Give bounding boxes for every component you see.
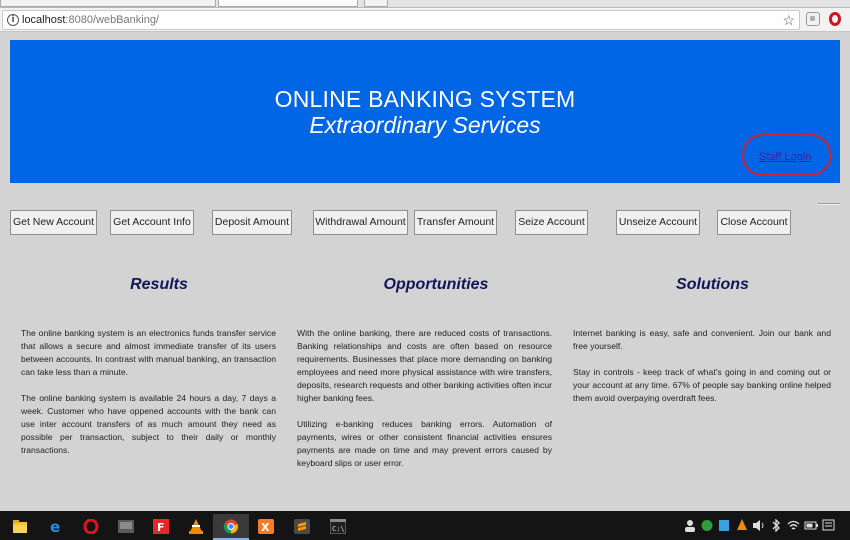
notifications-icon[interactable] — [822, 519, 835, 532]
command-prompt-icon: C:\ — [330, 519, 346, 534]
staff-login-highlight: Staff Login — [742, 134, 831, 176]
sublime-text-icon — [294, 519, 310, 534]
results-paragraph-2: The online banking system is available 2… — [21, 393, 276, 455]
results-heading: Results — [130, 276, 188, 293]
battery-icon[interactable] — [804, 519, 818, 532]
opportunities-paragraph-2: Utilizing e-banking reduces banking erro… — [297, 419, 552, 468]
deposit-amount-button[interactable]: Deposit Amount — [212, 210, 292, 235]
xampp-icon: X — [258, 519, 274, 534]
staff-login-link[interactable]: Staff Login — [759, 151, 811, 163]
edge-icon: e — [50, 519, 60, 534]
get-account-info-button[interactable]: Get Account Info — [110, 210, 194, 235]
solutions-heading: Solutions — [676, 276, 749, 293]
taskbar-chrome[interactable] — [213, 514, 249, 540]
svg-text:X: X — [261, 521, 270, 534]
browser-tab-active[interactable] — [218, 0, 358, 7]
seize-account-button[interactable]: Seize Account — [515, 210, 588, 235]
media-app-icon — [118, 520, 134, 533]
foxit-reader-icon: F — [153, 519, 169, 534]
chrome-icon — [223, 519, 238, 534]
windows-taskbar: e F X C:\ — [0, 511, 850, 540]
new-tab-button[interactable] — [364, 0, 388, 7]
withdrawal-amount-button[interactable]: Withdrawal Amount — [313, 210, 408, 235]
taskbar-vlc[interactable] — [178, 514, 214, 540]
opera-extension-icon[interactable] — [829, 12, 841, 26]
opportunities-paragraph-1: With the online banking, there are reduc… — [297, 328, 552, 403]
address-url: localhost:8080/webBanking/ — [22, 14, 159, 26]
url-host: localhost — [22, 14, 66, 26]
taskbar-file-explorer[interactable] — [2, 514, 38, 540]
vlc-icon — [189, 519, 203, 534]
browser-tab-strip — [0, 0, 850, 8]
vlc-tray-icon[interactable] — [736, 519, 748, 532]
taskbar-media-app[interactable] — [108, 514, 144, 540]
wifi-icon[interactable] — [787, 519, 800, 532]
opportunities-heading: Opportunities — [383, 276, 489, 293]
site-info-icon[interactable]: i — [7, 14, 19, 26]
transfer-amount-button[interactable]: Transfer Amount — [414, 210, 497, 235]
site-title: ONLINE BANKING SYSTEM — [274, 86, 576, 112]
taskbar-edge[interactable]: e — [38, 514, 74, 540]
get-new-account-button[interactable]: Get New Account — [10, 210, 97, 235]
security-icon[interactable] — [718, 519, 730, 532]
extension-icon[interactable] — [806, 12, 820, 26]
bluetooth-icon[interactable] — [771, 519, 781, 532]
taskbar-opera[interactable] — [73, 514, 109, 540]
solutions-paragraph-1: Internet banking is easy, safe and conve… — [573, 328, 831, 351]
network-shield-icon[interactable] — [701, 519, 713, 532]
taskbar-command-prompt[interactable]: C:\ — [320, 514, 356, 540]
volume-icon[interactable] — [752, 519, 765, 532]
url-path: :8080/webBanking/ — [65, 14, 159, 26]
site-subtitle: Extraordinary Services — [309, 112, 541, 138]
results-paragraph-1: The online banking system is an electron… — [21, 328, 276, 377]
bookmark-star-icon[interactable]: ☆ — [782, 12, 795, 28]
address-bar[interactable]: i localhost:8080/webBanking/ ☆ — [2, 10, 800, 30]
opera-icon — [83, 519, 99, 534]
taskbar-xampp[interactable]: X — [248, 514, 284, 540]
close-account-button[interactable]: Close Account — [717, 210, 791, 235]
divider-highlight — [818, 204, 840, 205]
svg-text:C:\: C:\ — [332, 525, 345, 533]
unseize-account-button[interactable]: Unseize Account — [616, 210, 700, 235]
browser-tab[interactable] — [0, 0, 216, 7]
file-explorer-icon — [13, 520, 27, 533]
taskbar-foxit-reader[interactable]: F — [143, 514, 179, 540]
svg-text:e: e — [50, 519, 60, 534]
browser-toolbar: i localhost:8080/webBanking/ ☆ — [0, 8, 850, 32]
taskbar-sublime-text[interactable] — [284, 514, 320, 540]
people-icon[interactable] — [684, 519, 696, 532]
solutions-paragraph-2: Stay in controls - keep track of what's … — [573, 367, 831, 403]
header-banner: ONLINE BANKING SYSTEM Extraordinary Serv… — [10, 40, 840, 183]
svg-text:F: F — [157, 521, 165, 534]
